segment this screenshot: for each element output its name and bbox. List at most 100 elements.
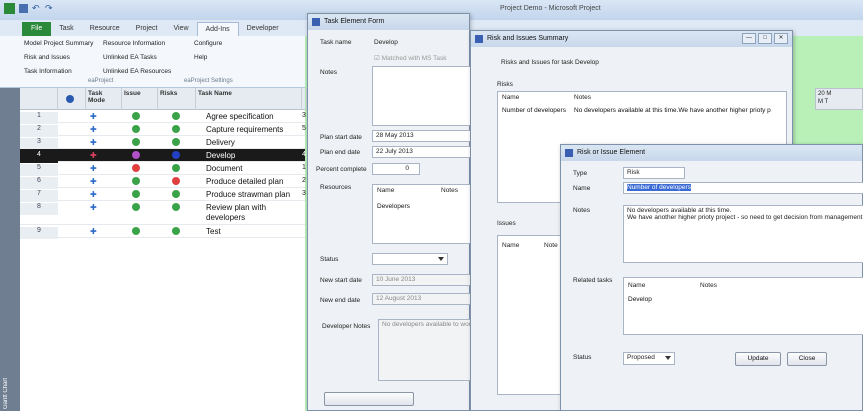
table-row-selected[interactable]: 4 ✚ Develop 4 xyxy=(20,149,306,163)
issue-status-icon xyxy=(132,125,140,133)
model-project-summary-button[interactable]: Model Project Summary xyxy=(24,40,93,47)
resource-row[interactable]: Developers xyxy=(377,203,410,210)
close-icon[interactable]: ✕ xyxy=(774,33,788,44)
matched-label: Matched with MS Task xyxy=(381,55,447,62)
row-number: 8 xyxy=(20,203,58,215)
pin-icon: ✚ xyxy=(90,190,97,199)
resources-name-header: Name xyxy=(377,187,395,194)
issues-table[interactable]: Name Note xyxy=(497,235,565,395)
issue-status-icon xyxy=(132,112,140,120)
table-row[interactable]: 9 ✚ Test xyxy=(20,225,305,239)
new-end-field[interactable]: 12 August 2013 xyxy=(372,293,471,305)
task-name: Delivery xyxy=(206,138,235,147)
table-row[interactable]: 1 ✚ Agree specification 3 xyxy=(20,110,306,124)
table-row[interactable]: 5 ✚ Document 1 xyxy=(20,162,306,176)
element-notes-field[interactable]: No developers available at this time. We… xyxy=(623,205,863,263)
table-row[interactable]: 8 ✚ Review plan with developers xyxy=(20,201,305,225)
tab-project[interactable]: Project xyxy=(128,22,166,36)
element-status-dropdown[interactable]: Proposed xyxy=(623,352,675,365)
header-risks[interactable]: Risks xyxy=(158,88,196,110)
unlinked-ea-resources-button[interactable]: Unlinked EA Resources xyxy=(103,68,171,75)
task-name: Review plan with xyxy=(206,203,267,212)
redo-icon[interactable]: ↷ xyxy=(45,3,54,14)
close-button[interactable]: Close xyxy=(787,352,827,366)
plan-end-field[interactable]: 22 July 2013 xyxy=(372,146,471,158)
header-info[interactable] xyxy=(58,88,86,110)
status-label: Status xyxy=(320,256,339,263)
issue-status-icon xyxy=(132,227,140,235)
update-button[interactable]: Update xyxy=(735,352,781,366)
header-issue[interactable]: Issue xyxy=(122,88,158,110)
tab-add-ins[interactable]: Add-Ins xyxy=(196,22,239,36)
risks-label: Risks xyxy=(497,81,513,88)
pin-icon: ✚ xyxy=(90,125,97,134)
table-row[interactable]: 2 ✚ Capture requirements 5 xyxy=(20,123,306,137)
task-information-button[interactable]: Task Information xyxy=(24,68,72,75)
issue-status-icon xyxy=(132,203,140,211)
name-value-selected: Number of developers xyxy=(627,184,691,191)
resources-label: Resources xyxy=(320,184,352,191)
matched-checkbox[interactable]: ☑ Matched with MS Task xyxy=(374,54,447,62)
issue-status-icon xyxy=(132,151,140,159)
plan-start-field[interactable]: 28 May 2013 xyxy=(372,130,471,142)
tab-task[interactable]: Task xyxy=(51,22,81,36)
type-field[interactable]: Risk xyxy=(623,167,685,179)
notes-textarea[interactable] xyxy=(372,66,471,126)
risk-status-icon xyxy=(172,138,180,146)
group-label-eaproject-settings: eaProject Settings xyxy=(184,78,233,84)
row-number: 9 xyxy=(20,227,58,239)
issue-status-icon xyxy=(132,138,140,146)
task-name-label: Task name xyxy=(320,39,352,46)
tab-file[interactable]: File xyxy=(22,22,52,36)
configure-button[interactable]: Configure xyxy=(194,40,222,47)
resource-information-button[interactable]: Resource Information xyxy=(103,40,165,47)
resources-table[interactable]: Name Notes Developers xyxy=(372,184,471,244)
tab-view[interactable]: View xyxy=(165,22,196,36)
task-name: Test xyxy=(206,227,221,236)
type-label: Type xyxy=(573,170,588,177)
new-start-label: New start date xyxy=(320,277,362,284)
chevron-down-icon xyxy=(438,257,444,261)
risk-and-issues-button[interactable]: Risk and Issues xyxy=(24,54,70,61)
new-start-field[interactable]: 10 June 2013 xyxy=(372,274,471,286)
issue-status-icon xyxy=(132,190,140,198)
status-dropdown[interactable] xyxy=(372,253,448,265)
maximize-icon[interactable]: □ xyxy=(758,33,772,44)
related-tasks-label: Related tasks xyxy=(573,277,613,284)
minimize-icon[interactable]: — xyxy=(742,33,756,44)
ribbon-panel: Model Project Summary Resource Informati… xyxy=(0,36,305,88)
notes-label: Notes xyxy=(573,207,590,214)
table-row[interactable]: 3 ✚ Delivery xyxy=(20,136,305,150)
tab-resource[interactable]: Resource xyxy=(82,22,128,36)
timescale-days: M T xyxy=(818,99,829,105)
issues-notes-header: Note xyxy=(544,242,558,249)
related-task-row[interactable]: Develop xyxy=(628,296,652,303)
undo-icon[interactable]: ↶ xyxy=(32,3,41,14)
element-title: Risk or Issue Element xyxy=(577,149,646,156)
project-logo-icon xyxy=(4,3,15,14)
task-name: Produce detailed plan xyxy=(206,177,284,186)
notes-line-1: No developers available at this time. xyxy=(627,207,732,214)
element-status-value: Proposed xyxy=(627,354,655,361)
pin-icon: ✚ xyxy=(90,138,97,147)
bottom-button[interactable] xyxy=(324,392,414,406)
tab-developer[interactable]: Developer xyxy=(239,22,287,36)
help-button[interactable]: Help xyxy=(194,54,207,61)
grid-header: Task Mode Issue Risks Task Name xyxy=(20,88,307,110)
risk-row-notes[interactable]: No developers available at this time.We … xyxy=(574,107,784,114)
risk-status-icon xyxy=(172,125,180,133)
table-row[interactable]: 7 ✚ Produce strawman plan 3 xyxy=(20,188,306,202)
pin-icon: ✚ xyxy=(90,177,97,186)
name-field[interactable]: Number of developers xyxy=(623,182,863,194)
percent-complete-stepper[interactable]: 0 xyxy=(372,163,420,175)
save-icon[interactable] xyxy=(19,4,28,13)
table-row[interactable]: 6 ✚ Produce detailed plan 2 xyxy=(20,175,306,189)
developer-notes-field[interactable]: No developers available to wor xyxy=(378,319,471,381)
risk-status-icon xyxy=(172,190,180,198)
header-task-mode[interactable]: Task Mode xyxy=(86,88,122,110)
risk-issue-element-window: Risk or Issue Element Type Risk Name Num… xyxy=(560,144,863,411)
risk-row-name[interactable]: Number of developers xyxy=(502,107,566,114)
header-task-name[interactable]: Task Name xyxy=(196,88,302,110)
related-tasks-table[interactable]: Name Notes Develop xyxy=(623,277,863,335)
unlinked-ea-tasks-button[interactable]: Unlinked EA Tasks xyxy=(103,54,157,61)
